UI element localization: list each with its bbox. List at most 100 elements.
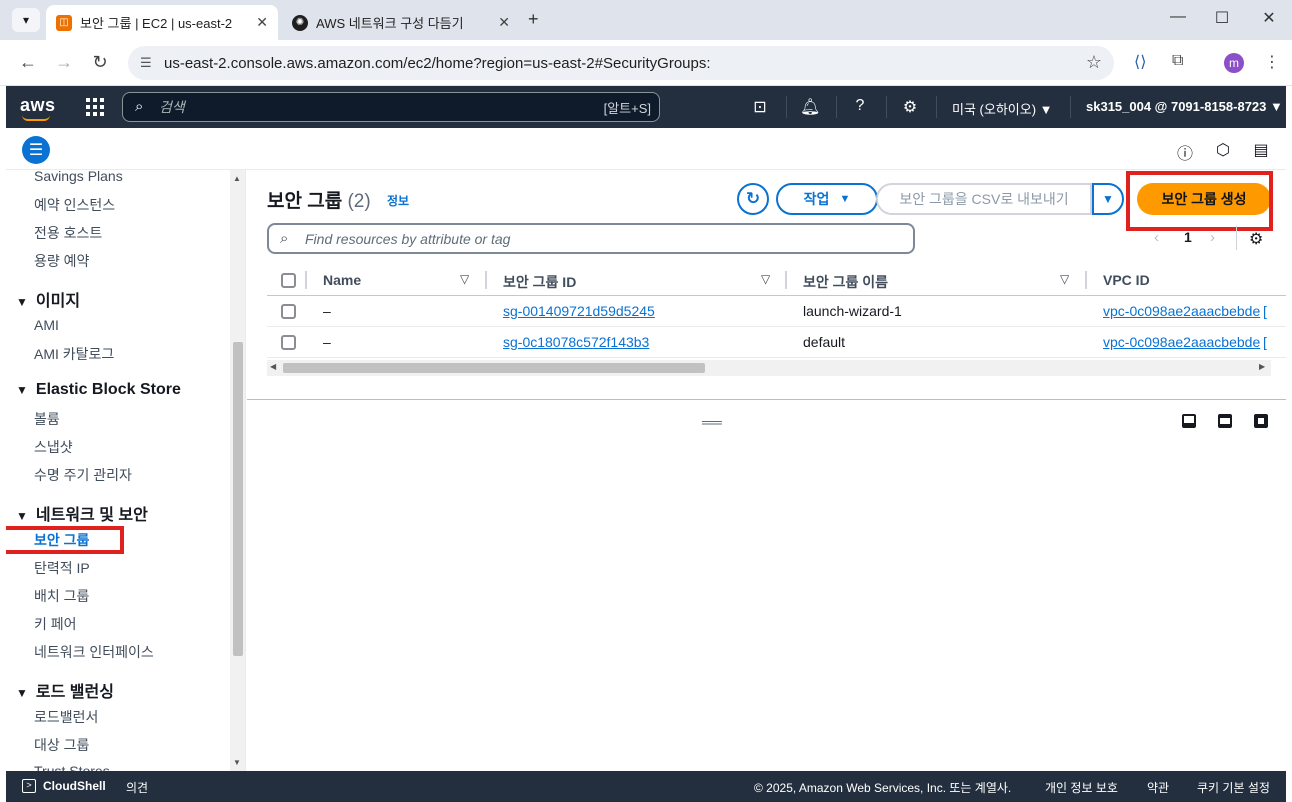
minimize-icon[interactable]: — xyxy=(1166,8,1190,26)
services-grid-icon[interactable] xyxy=(86,98,104,116)
column-header-sg-name[interactable]: 보안 그룹 이름 xyxy=(803,272,888,292)
cloudshell-icon[interactable]: ⊡ xyxy=(750,97,770,117)
sidebar-item-elastic-ips[interactable]: 탄력적 IP xyxy=(34,558,90,578)
extensions-puzzle-icon[interactable]: ⧉ xyxy=(1172,52,1183,70)
sidebar-item-trust-stores[interactable]: Trust Stores xyxy=(34,763,110,771)
sidebar-item-reserved-instances[interactable]: 예약 인스턴스 xyxy=(34,195,115,215)
new-tab-button[interactable]: + xyxy=(528,9,539,30)
split-panel-close-icon[interactable] xyxy=(1254,414,1268,428)
address-bar[interactable]: ☰ us-east-2.console.aws.amazon.com/ec2/h… xyxy=(128,46,1114,80)
tab-security-groups[interactable]: ◫ 보안 그룹 | EC2 | us-east-2 ✕ xyxy=(46,5,278,40)
sidebar-item-snapshots[interactable]: 스냅샷 xyxy=(34,437,73,457)
previous-page-icon[interactable]: ‹ xyxy=(1154,229,1159,246)
info-link[interactable]: 정보 xyxy=(387,192,409,209)
filter-placeholder: Find resources by attribute or tag xyxy=(305,230,511,247)
cloudshell-link[interactable]: CloudShell xyxy=(43,779,106,793)
side-nav-toggle-button[interactable]: ☰ xyxy=(22,136,50,164)
terms-link[interactable]: 약관 xyxy=(1147,779,1169,796)
column-header-sg-id[interactable]: 보안 그룹 ID xyxy=(503,272,576,292)
sidebar-item-network-interfaces[interactable]: 네트워크 인터페이스 xyxy=(34,642,154,662)
table-preferences-gear-icon[interactable]: ⚙ xyxy=(1249,229,1263,249)
refresh-button[interactable]: ↻ xyxy=(737,183,769,215)
sidebar-section-load-balancing[interactable]: ▼ 로드 밸런싱 xyxy=(16,678,114,702)
row-checkbox[interactable] xyxy=(281,304,296,319)
export-csv-button[interactable]: 보안 그룹을 CSV로 내보내기 xyxy=(876,183,1092,215)
sort-icon[interactable]: ▽ xyxy=(460,272,469,286)
table-horizontal-scrollbar[interactable]: ◀ ▶ xyxy=(267,360,1271,376)
extension-icon[interactable]: ⟨⟩ xyxy=(1134,52,1146,72)
external-link-icon[interactable]: [ xyxy=(1263,334,1267,350)
browser-menu-icon[interactable]: ⋮ xyxy=(1264,52,1280,72)
external-link-icon[interactable]: [ xyxy=(1263,303,1267,319)
column-header-vpc-id[interactable]: VPC ID xyxy=(1103,272,1150,288)
forward-icon[interactable]: → xyxy=(52,52,76,73)
column-header-name[interactable]: Name xyxy=(323,272,361,288)
split-panel-side-icon[interactable] xyxy=(1218,414,1232,428)
sidebar-item-key-pairs[interactable]: 키 페어 xyxy=(34,614,77,634)
sidebar-item-volumes[interactable]: 볼륨 xyxy=(34,409,60,429)
close-tab-icon[interactable]: ✕ xyxy=(256,14,268,31)
cell-sg-id-link[interactable]: sg-0c18078c572f143b3 xyxy=(503,334,649,350)
sidebar-item-placement-groups[interactable]: 배치 그룹 xyxy=(34,586,89,606)
amazon-q-icon[interactable]: ⬡ xyxy=(1213,140,1233,160)
help-icon[interactable]: ? xyxy=(850,97,870,115)
feedback-panel-icon[interactable]: ▤ xyxy=(1251,140,1271,160)
export-dropdown-caret-icon[interactable]: ▼ xyxy=(1092,183,1124,215)
bookmark-star-icon[interactable]: ☆ xyxy=(1086,52,1102,73)
region-selector[interactable]: 미국 (오하이오) ▼ xyxy=(952,99,1053,118)
cell-sg-id-link[interactable]: sg-001409721d59d5245 xyxy=(503,303,655,319)
info-panel-icon[interactable]: ⓘ xyxy=(1175,140,1195,164)
notifications-bell-icon[interactable]: 🔔︎ xyxy=(800,97,820,117)
sort-icon[interactable]: ▽ xyxy=(761,272,770,286)
cell-vpc-id-link[interactable]: vpc-0c098ae2aaacbebde xyxy=(1103,303,1260,319)
sort-icon[interactable]: ▽ xyxy=(1060,272,1069,286)
row-checkbox[interactable] xyxy=(281,335,296,350)
reload-icon[interactable]: ↻ xyxy=(88,52,112,73)
privacy-link[interactable]: 개인 정보 보호 xyxy=(1045,779,1118,796)
aws-logo[interactable]: aws xyxy=(20,95,56,121)
back-icon[interactable]: ← xyxy=(16,52,40,73)
sidebar-scrollbar[interactable]: ▲ ▼ xyxy=(230,170,245,771)
cell-vpc-id-link[interactable]: vpc-0c098ae2aaacbebde xyxy=(1103,334,1260,350)
window-close-icon[interactable]: ✕ xyxy=(1257,8,1281,28)
close-tab-icon[interactable]: ✕ xyxy=(498,14,510,31)
sidebar-item-capacity-reservations[interactable]: 용량 예약 xyxy=(34,251,89,271)
sidebar-item-ami[interactable]: AMI xyxy=(34,317,59,333)
sidebar-scroll-thumb[interactable] xyxy=(233,342,243,656)
scroll-right-arrow-icon: ▶ xyxy=(1259,362,1266,371)
sidebar-item-dedicated-hosts[interactable]: 전용 호스트 xyxy=(34,223,102,243)
maximize-icon[interactable]: ☐ xyxy=(1210,8,1234,28)
table-row[interactable]: – sg-0c18078c572f143b3 default vpc-0c098… xyxy=(267,327,1286,358)
filter-resources-input[interactable]: ⌕ Find resources by attribute or tag xyxy=(267,223,915,254)
settings-gear-icon[interactable]: ⚙ xyxy=(900,97,920,117)
ec2-favicon-icon: ◫ xyxy=(56,14,72,31)
cookie-preferences-link[interactable]: 쿠키 기본 설정 xyxy=(1197,779,1270,796)
next-page-icon[interactable]: › xyxy=(1210,229,1215,246)
tab-network-guide[interactable]: ✺ AWS 네트워크 구성 다듬기 ✕ xyxy=(282,5,520,40)
browser-tab-bar: ▾ ◫ 보안 그룹 | EC2 | us-east-2 ✕ ✺ AWS 네트워크… xyxy=(0,0,1292,40)
sidebar-item-ami-catalog[interactable]: AMI 카탈로그 xyxy=(34,344,114,364)
split-panel-bottom-icon[interactable] xyxy=(1182,414,1196,428)
collapse-triangle-icon: ▼ xyxy=(16,686,28,700)
cloudshell-icon[interactable]: > xyxy=(22,779,36,793)
site-info-icon[interactable]: ☰ xyxy=(140,55,152,71)
select-all-checkbox[interactable] xyxy=(281,273,296,288)
account-menu[interactable]: sk315_004 @ 7091-8158-8723 ▼ xyxy=(1086,99,1283,114)
page-number[interactable]: 1 xyxy=(1184,229,1192,245)
feedback-link[interactable]: 의견 xyxy=(126,779,148,796)
sidebar-item-target-groups[interactable]: 대상 그룹 xyxy=(34,735,89,755)
sidebar-section-images[interactable]: ▼ 이미지 xyxy=(16,287,80,311)
profile-avatar[interactable]: m xyxy=(1224,53,1244,73)
console-search-input[interactable]: ⌕ 검색 [알트+S] xyxy=(122,92,660,122)
sidebar-item-lifecycle-manager[interactable]: 수명 주기 관리자 xyxy=(34,465,132,485)
aws-console-header: aws ⌕ 검색 [알트+S] ⊡ 🔔︎ ? ⚙ 미국 (오하이오) ▼ sk3… xyxy=(6,86,1286,128)
table-scroll-thumb[interactable] xyxy=(283,363,705,373)
sidebar-section-network-security[interactable]: ▼ 네트워크 및 보안 xyxy=(16,501,148,525)
split-panel-drag-handle-icon[interactable]: ══ xyxy=(702,414,722,430)
table-row[interactable]: – sg-001409721d59d5245 launch-wizard-1 v… xyxy=(267,296,1286,327)
sidebar-item-load-balancers[interactable]: 로드밸런서 xyxy=(34,707,98,727)
tab-search-button[interactable]: ▾ xyxy=(12,8,40,32)
sidebar-item-savings-plans[interactable]: Savings Plans xyxy=(34,170,123,184)
actions-dropdown-button[interactable]: 작업 ▼ xyxy=(776,183,878,215)
sidebar-section-ebs[interactable]: ▼ Elastic Block Store xyxy=(16,381,181,399)
